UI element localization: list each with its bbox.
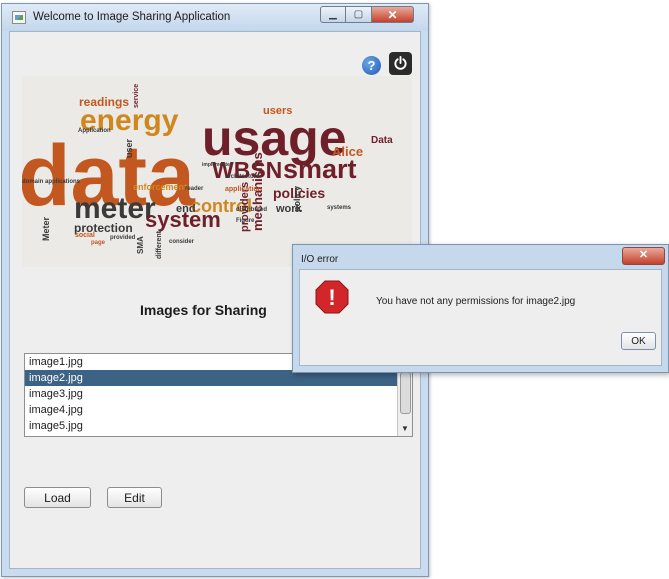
word-cloud-word: service (133, 83, 140, 108)
word-cloud-word: readings (79, 95, 130, 109)
word-cloud-word: Figure (236, 218, 255, 224)
word-cloud-word: enforcement (133, 182, 188, 192)
minimize-button[interactable]: ▁ (320, 6, 346, 23)
window-title: Welcome to Image Sharing Application (33, 11, 231, 23)
word-cloud-word: consider (169, 239, 195, 245)
word-cloud-word: Application (78, 128, 111, 134)
word-cloud-word: page (91, 240, 106, 246)
word-cloud-word: smart (283, 154, 357, 184)
error-dialog: I/O error ✕ ! You have not any permissio… (292, 244, 669, 373)
word-cloud-word: systems (327, 205, 352, 211)
word-cloud-word: reader (185, 186, 204, 192)
power-symbol-icon (394, 56, 407, 70)
main-titlebar[interactable]: Welcome to Image Sharing Application ▁ ▢… (2, 4, 428, 31)
list-item[interactable]: image3.jpg (25, 386, 397, 402)
dialog-title: I/O error (301, 254, 339, 265)
list-item[interactable]: image5.jpg (25, 418, 397, 434)
word-cloud-word: Meter (41, 216, 51, 241)
error-message: You have not any permissions for image2.… (376, 296, 576, 307)
word-cloud-word: SMA (136, 236, 145, 254)
error-icon: ! (315, 280, 349, 314)
word-cloud-word: application (225, 186, 262, 193)
error-glyph: ! (328, 285, 335, 310)
power-icon[interactable] (389, 52, 412, 75)
close-button[interactable]: ✕ (372, 6, 414, 23)
word-cloud-word: distributed (236, 207, 267, 213)
word-cloud-image: data usage energy meter WBSN smart system contr… (22, 76, 412, 267)
word-cloud-word: meter (74, 192, 156, 225)
word-cloud-word: provided (110, 235, 136, 241)
maximize-button[interactable]: ▢ (346, 6, 372, 23)
list-item[interactable]: image4.jpg (25, 402, 397, 418)
word-cloud-word: implemented (202, 162, 233, 168)
help-icon[interactable]: ? (362, 56, 381, 75)
word-cloud-word: architecture (225, 174, 260, 180)
edit-button[interactable]: Edit (107, 487, 162, 508)
dialog-close-button[interactable]: ✕ (622, 247, 665, 265)
scroll-thumb[interactable] (400, 372, 411, 414)
load-button[interactable]: Load (24, 487, 91, 508)
word-cloud-word: policy (292, 185, 302, 212)
word-cloud-word: users (263, 105, 293, 117)
word-cloud-word: Data (371, 135, 393, 146)
word-cloud-word: different (156, 231, 163, 259)
word-cloud-word: user (124, 138, 134, 158)
dialog-client-area: ! You have not any permissions for image… (299, 269, 662, 366)
ok-button[interactable]: OK (621, 332, 656, 350)
word-cloud-word: Alice (332, 144, 364, 159)
word-cloud-word: domain applications (22, 179, 81, 185)
scroll-down-arrow-icon[interactable]: ▼ (398, 422, 412, 436)
word-cloud-word: social (75, 232, 95, 239)
app-icon (12, 11, 26, 24)
word-cloud-word: end (176, 203, 196, 215)
window-controls: ▁ ▢ ✕ (320, 6, 414, 23)
dialog-titlebar[interactable]: I/O error ✕ (293, 245, 668, 269)
section-title: Images for Sharing (140, 302, 267, 318)
